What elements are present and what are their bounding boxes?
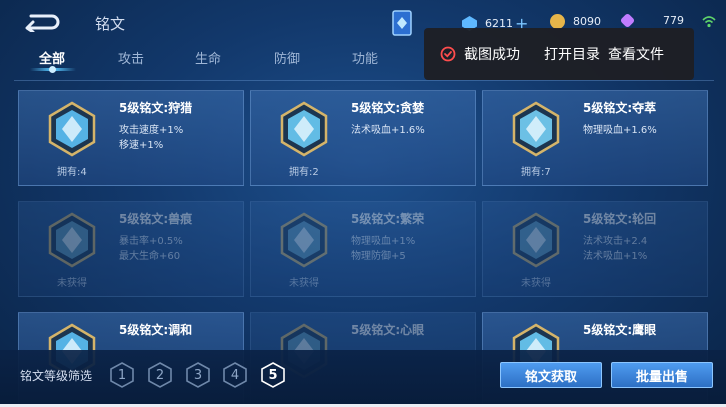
page-title: 铭文 xyxy=(95,15,126,33)
gold-amount: 8090 xyxy=(573,15,601,28)
owned-count: 未获得 xyxy=(521,278,551,289)
level-number: 4 xyxy=(230,367,240,383)
inscription-name: 5级铭文:贪婪 xyxy=(351,101,425,115)
active-tab-dot xyxy=(49,66,56,73)
inscription-name: 5级铭文:狩猎 xyxy=(119,101,193,115)
tabs-divider xyxy=(14,80,714,81)
inscription-stat: 法术攻击+2.4 xyxy=(583,236,648,247)
inscription-screen: 铭文 6211 + 8090 779 全部 攻击 生命 防御 功能 5级铭文:狩… xyxy=(0,0,726,407)
tab-utility[interactable]: 功能 xyxy=(335,48,395,67)
tab-defense[interactable]: 防御 xyxy=(257,48,317,67)
inscription-stat: 移速+1% xyxy=(119,140,164,151)
inscription-name: 5级铭文:轮回 xyxy=(583,212,657,226)
wifi-icon xyxy=(702,14,716,28)
inscription-stat: 攻击速度+1% xyxy=(119,125,184,136)
view-file-link[interactable]: 查看文件 xyxy=(608,44,664,64)
purple-gem-icon xyxy=(619,12,636,29)
category-tabs: 全部 攻击 生命 防御 功能 xyxy=(0,48,430,74)
inscription-card[interactable]: 5级铭文:兽痕 暴击率+0.5% 最大生命+60 未获得 xyxy=(18,201,244,297)
gold-currency: 8090 xyxy=(550,14,601,29)
level-filter-2[interactable]: 2 xyxy=(148,362,172,388)
inscription-stat: 物理吸血+1.6% xyxy=(583,125,657,136)
open-directory-link[interactable]: 打开目录 xyxy=(544,44,600,64)
check-circle-icon xyxy=(440,46,456,62)
owned-count: 未获得 xyxy=(57,278,87,289)
inscription-stat: 法术吸血+1.6% xyxy=(351,125,425,136)
inscription-stat: 物理防御+5 xyxy=(351,251,406,262)
level-number: 3 xyxy=(193,367,203,383)
inscription-stat: 暴击率+0.5% xyxy=(119,236,183,247)
inscription-card[interactable]: 5级铭文:贪婪 法术吸血+1.6% 拥有:2 xyxy=(250,90,476,186)
inscription-page-icon[interactable] xyxy=(390,9,414,37)
inscription-name: 5级铭文:心眼 xyxy=(351,323,425,337)
inscription-name: 5级铭文:鹰眼 xyxy=(583,323,657,337)
tab-all[interactable]: 全部 xyxy=(22,48,82,67)
inscription-name: 5级铭文:调和 xyxy=(119,323,193,337)
inscription-gem-icon xyxy=(279,212,329,268)
gem-currency: 779 xyxy=(619,12,684,29)
inscription-gem-icon xyxy=(511,101,561,157)
inscription-gem-icon xyxy=(279,101,329,157)
owned-count: 拥有:4 xyxy=(57,167,87,178)
screenshot-toast: 截图成功 打开目录 查看文件 xyxy=(424,28,694,80)
level-number: 1 xyxy=(117,367,127,383)
inscription-gem-icon xyxy=(47,212,97,268)
inscription-name: 5级铭文:夺萃 xyxy=(583,101,657,115)
bulk-sell-button[interactable]: 批量出售 xyxy=(611,362,713,388)
bottom-bar: 铭文等级筛选 1 2 3 4 5 铭文获取 批量出售 xyxy=(0,350,726,407)
inscription-stat: 最大生命+60 xyxy=(119,251,181,262)
owned-count: 拥有:2 xyxy=(289,167,319,178)
inscription-card[interactable]: 5级铭文:夺萃 物理吸血+1.6% 拥有:7 xyxy=(482,90,708,186)
owned-count: 未获得 xyxy=(289,278,319,289)
level-filter-label: 铭文等级筛选 xyxy=(20,369,93,383)
gem-amount: 779 xyxy=(663,14,684,27)
tab-attack[interactable]: 攻击 xyxy=(101,48,161,67)
level-filter-1[interactable]: 1 xyxy=(110,362,134,388)
inscription-name: 5级铭文:兽痕 xyxy=(119,212,193,226)
level-filter-5[interactable]: 5 xyxy=(261,362,285,388)
level-number: 5 xyxy=(268,367,278,383)
owned-count: 拥有:7 xyxy=(521,167,551,178)
tab-health[interactable]: 生命 xyxy=(178,48,238,67)
gold-coin-icon xyxy=(550,14,565,29)
inscription-card[interactable]: 5级铭文:轮回 法术攻击+2.4 法术吸血+1% 未获得 xyxy=(482,201,708,297)
inscription-card[interactable]: 5级铭文:狩猎 攻击速度+1% 移速+1% 拥有:4 xyxy=(18,90,244,186)
inscription-gem-icon xyxy=(511,212,561,268)
back-button[interactable] xyxy=(20,10,62,34)
inscription-card[interactable]: 5级铭文:繁荣 物理吸血+1% 物理防御+5 未获得 xyxy=(250,201,476,297)
toast-message: 截图成功 xyxy=(464,47,520,63)
back-arrow-icon xyxy=(25,14,60,32)
inscription-name: 5级铭文:繁荣 xyxy=(351,212,425,226)
level-number: 2 xyxy=(155,367,165,383)
level-filter-3[interactable]: 3 xyxy=(186,362,210,388)
inscription-gem-icon xyxy=(47,101,97,157)
inscription-stat: 法术吸血+1% xyxy=(583,251,648,262)
level-filter-4[interactable]: 4 xyxy=(223,362,247,388)
acquire-inscription-button[interactable]: 铭文获取 xyxy=(500,362,602,388)
inscription-stat: 物理吸血+1% xyxy=(351,236,416,247)
